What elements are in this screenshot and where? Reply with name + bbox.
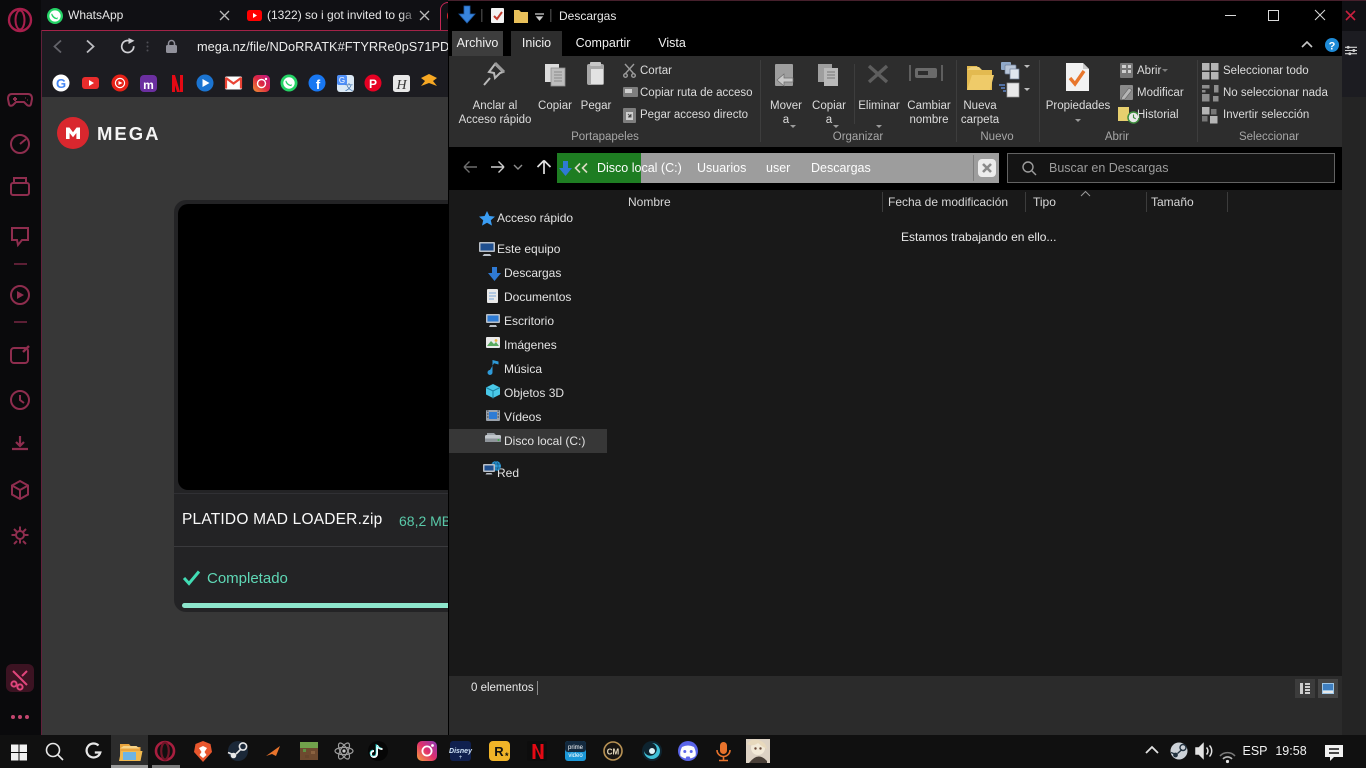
svg-text:Música: Música (504, 362, 542, 376)
svg-text:Nueva: Nueva (963, 100, 997, 112)
svg-text:Tipo: Tipo (1033, 195, 1056, 209)
svg-text:Nuevo: Nuevo (980, 131, 1013, 143)
svg-text:video: video (568, 753, 583, 759)
svg-text:+: + (459, 755, 463, 761)
svg-text:Mover: Mover (770, 100, 802, 112)
svg-text:?: ? (1329, 41, 1336, 53)
svg-text:Disco local (C:): Disco local (C:) (504, 434, 585, 448)
svg-text:Copiar: Copiar (538, 100, 572, 112)
svg-text:Abrir: Abrir (1137, 65, 1161, 77)
svg-text:Descargas: Descargas (504, 266, 561, 280)
svg-text:Copiar: Copiar (812, 100, 846, 112)
svg-text:Disney: Disney (449, 748, 473, 755)
svg-text:Propiedades: Propiedades (1046, 100, 1111, 112)
svg-text:Copiar ruta de acceso: Copiar ruta de acceso (640, 87, 753, 99)
svg-text:Disco local (C:): Disco local (C:) (597, 161, 682, 175)
svg-text:Nombre: Nombre (628, 195, 671, 209)
svg-text:Fecha de modificación: Fecha de modificación (888, 195, 1008, 209)
svg-text:文: 文 (345, 82, 353, 92)
svg-text:Descargas: Descargas (559, 9, 616, 23)
svg-text:19:58: 19:58 (1275, 744, 1306, 758)
svg-text:Invertir selección: Invertir selección (1223, 109, 1309, 121)
svg-text:Historial: Historial (1137, 109, 1179, 121)
svg-text:ESP: ESP (1242, 744, 1267, 758)
svg-text:MEGA: MEGA (97, 123, 161, 144)
svg-text:Seleccionar: Seleccionar (1239, 131, 1299, 143)
svg-text:P: P (369, 77, 377, 91)
svg-text:a: a (826, 114, 833, 126)
svg-text:Acceso rápido: Acceso rápido (497, 211, 573, 225)
svg-text:G: G (56, 76, 66, 91)
svg-text:R: R (494, 744, 504, 759)
svg-text:Documentos: Documentos (504, 290, 571, 304)
svg-text:Acceso rápido: Acceso rápido (459, 114, 532, 126)
svg-text:*: * (505, 751, 509, 761)
svg-text:Imágenes: Imágenes (504, 338, 557, 352)
svg-text:prime: prime (568, 745, 584, 751)
svg-text:Cortar: Cortar (640, 65, 672, 77)
svg-text:Seleccionar todo: Seleccionar todo (1223, 65, 1309, 77)
svg-text:Vídeos: Vídeos (504, 410, 541, 424)
svg-text:f: f (316, 77, 321, 92)
svg-text:a: a (783, 114, 790, 126)
svg-text:Descargas: Descargas (811, 161, 871, 175)
svg-text:Pegar: Pegar (581, 100, 612, 112)
svg-text:Objetos 3D: Objetos 3D (504, 386, 564, 400)
svg-text:CM: CM (607, 748, 620, 757)
svg-text:nombre: nombre (910, 114, 949, 126)
svg-text:carpeta: carpeta (961, 114, 1000, 126)
svg-text:Buscar en Descargas: Buscar en Descargas (1049, 161, 1169, 175)
svg-text:Usuarios: Usuarios (697, 161, 746, 175)
svg-text:Organizar: Organizar (833, 131, 884, 143)
svg-text:user: user (766, 161, 790, 175)
svg-text:Pegar acceso directo: Pegar acceso directo (640, 109, 748, 121)
svg-text:Portapapeles: Portapapeles (571, 131, 639, 143)
svg-text:Eliminar: Eliminar (858, 100, 900, 112)
svg-text:Abrir: Abrir (1105, 131, 1129, 143)
svg-text:Tamaño: Tamaño (1151, 195, 1194, 209)
svg-text:m: m (143, 78, 154, 92)
svg-text:Este equipo: Este equipo (497, 242, 561, 256)
svg-text:Anclar al: Anclar al (473, 100, 518, 112)
svg-text:Escritorio: Escritorio (504, 314, 554, 328)
svg-text:Cambiar: Cambiar (907, 100, 951, 112)
svg-text:Modificar: Modificar (1137, 87, 1184, 99)
svg-text:H: H (395, 78, 407, 93)
svg-text:No seleccionar nada: No seleccionar nada (1223, 87, 1328, 99)
